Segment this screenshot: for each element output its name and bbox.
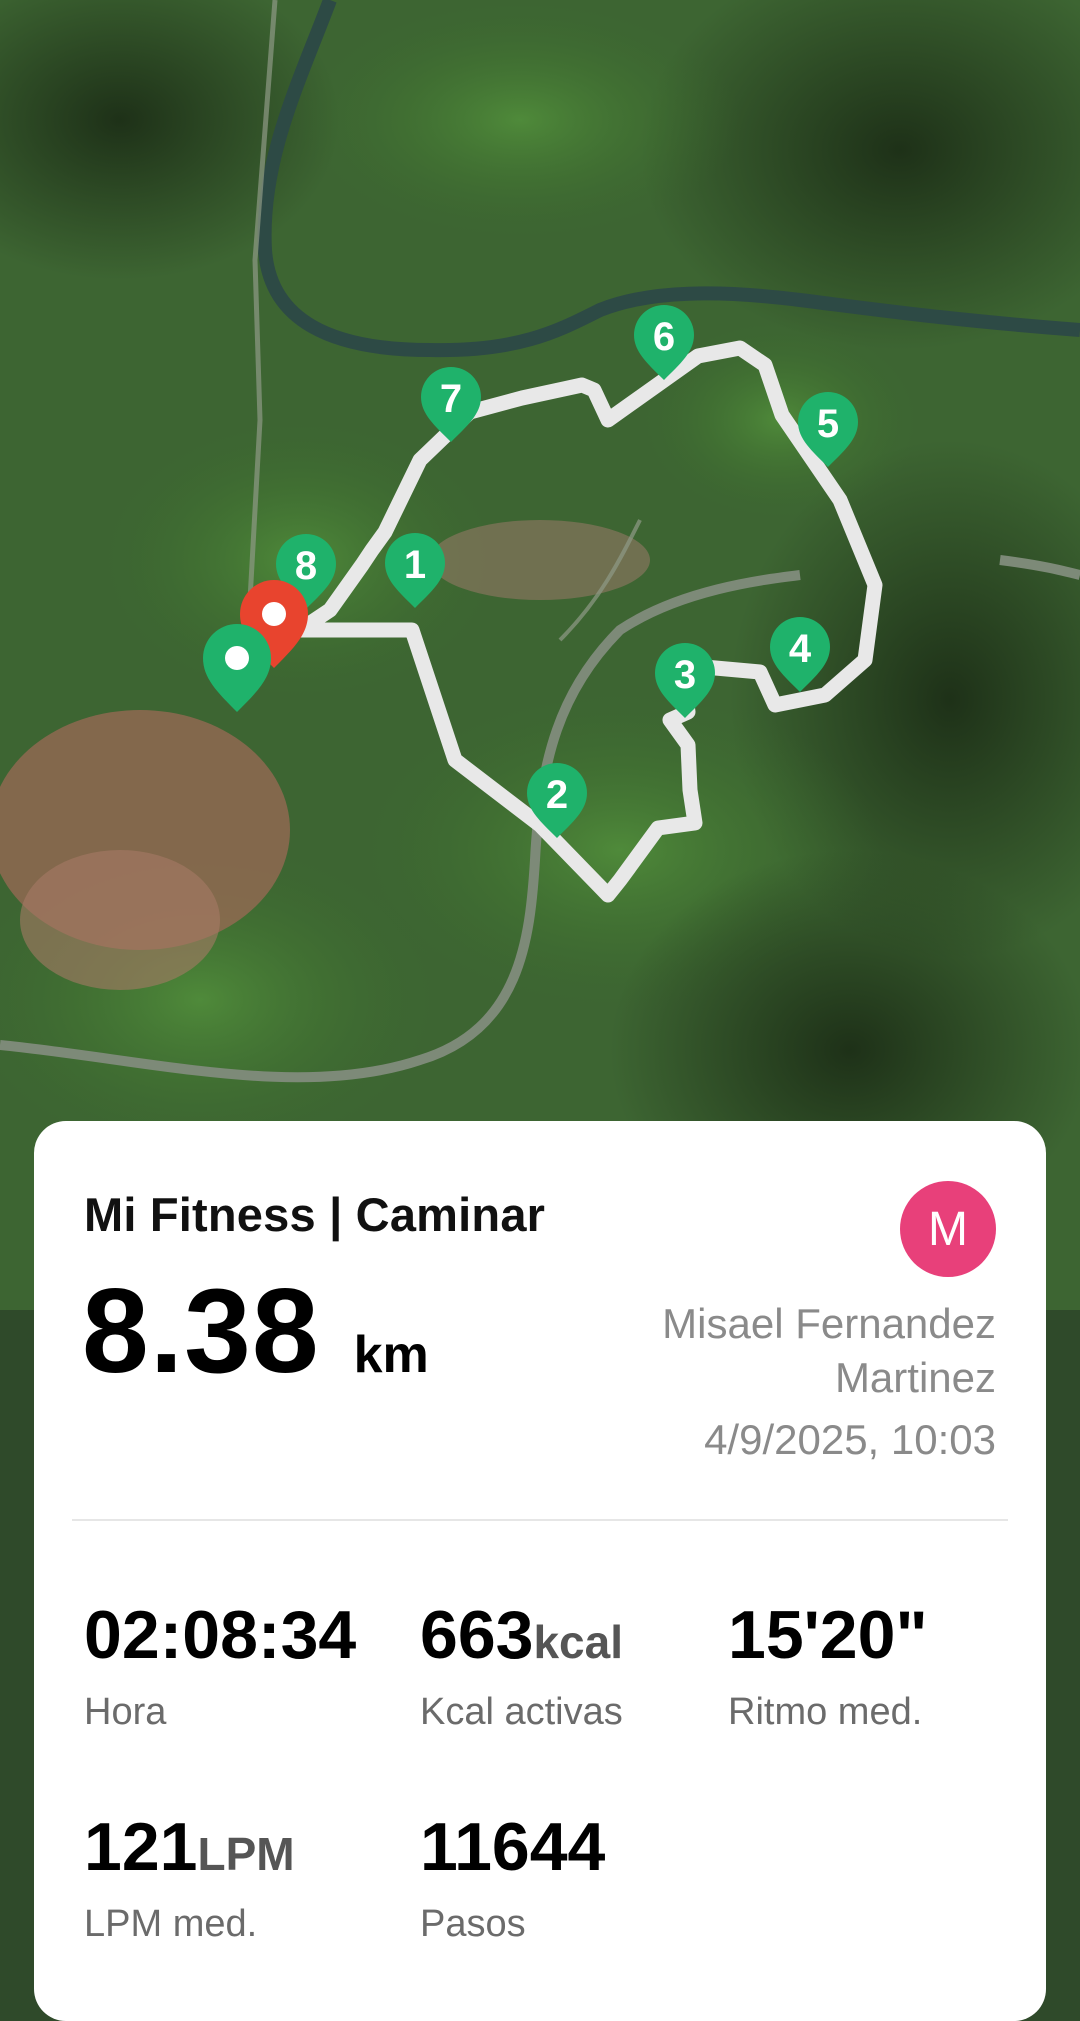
user-name: Misael Fernandez Martinez <box>662 1300 996 1401</box>
stat-value: 02:08:34 <box>84 1597 357 1673</box>
stat-value: 11644 <box>420 1809 606 1885</box>
distance-display: 8.38 km <box>82 1271 429 1391</box>
stat-unit: kcal <box>533 1616 623 1668</box>
checkpoint-label: 2 <box>546 773 568 817</box>
stat-duration: 02:08:34 Hora <box>84 1601 356 1734</box>
checkpoint-label: 5 <box>817 402 839 446</box>
stat-heart-rate: 121LPM LPM med. <box>84 1813 295 1946</box>
stat-value: 663 <box>420 1597 534 1673</box>
avatar-initial: M <box>928 1202 968 1256</box>
checkpoint-label: 6 <box>653 315 675 359</box>
stat-pace: 15'20" Ritmo med. <box>728 1601 928 1734</box>
stat-value: 121 <box>84 1809 198 1885</box>
divider <box>72 1519 1008 1521</box>
satellite-map[interactable]: 1 2 3 4 5 6 7 8 <box>0 0 1080 1310</box>
map-canvas: 1 2 3 4 5 6 7 8 <box>0 0 1080 1310</box>
stat-label: Kcal activas <box>420 1691 623 1733</box>
checkpoint-label: 1 <box>404 543 426 587</box>
stat-value: 15'20" <box>728 1597 928 1673</box>
checkpoint-label: 4 <box>789 627 812 671</box>
distance-unit: km <box>353 1326 429 1384</box>
stat-unit: LPM <box>197 1828 295 1880</box>
checkpoint-label: 3 <box>674 653 696 697</box>
distance-value: 8.38 <box>82 1264 320 1398</box>
stat-calories: 663kcal Kcal activas <box>420 1601 623 1734</box>
activity-summary-card: Mi Fitness | Caminar 8.38 km M Misael Fe… <box>34 1121 1046 2021</box>
stat-steps: 11644 Pasos <box>420 1813 605 1946</box>
activity-title: Mi Fitness | Caminar <box>84 1188 546 1241</box>
stat-label: Pasos <box>420 1903 526 1945</box>
stat-label: Ritmo med. <box>728 1691 923 1733</box>
stat-label: Hora <box>84 1691 167 1733</box>
stat-label: LPM med. <box>84 1903 258 1945</box>
checkpoint-label: 7 <box>440 377 462 421</box>
activity-date: 4/9/2025, 10:03 <box>704 1416 996 1463</box>
checkpoint-label: 8 <box>295 544 317 588</box>
user-info: Misael Fernandez Martinez 4/9/2025, 10:0… <box>576 1297 996 1467</box>
avatar[interactable]: M <box>900 1181 996 1277</box>
